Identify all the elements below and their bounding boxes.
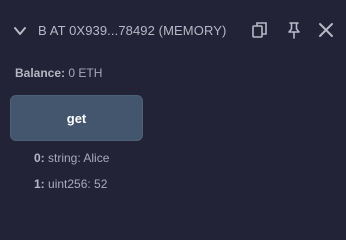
contract-header[interactable]: B AT 0X939...78492 (MEMORY) (0, 0, 346, 62)
get-button[interactable]: get (10, 95, 143, 141)
chevron-down-icon[interactable] (13, 24, 27, 38)
output-index: 1: (34, 177, 45, 191)
output-value: string: Alice (48, 151, 110, 165)
balance-value: 0 ETH (68, 66, 103, 80)
deployed-contract-panel: B AT 0X939...78492 (MEMORY) Balance: 0 E… (0, 0, 346, 200)
contract-title: B AT 0X939...78492 (MEMORY) (38, 23, 227, 38)
copy-icon[interactable] (250, 20, 270, 40)
balance-label: Balance: (15, 66, 66, 80)
close-icon[interactable] (316, 20, 336, 40)
output-row: 1: uint256: 52 (34, 177, 107, 191)
output-row: 0: string: Alice (34, 151, 109, 165)
output-index: 0: (34, 151, 45, 165)
output-value: uint256: 52 (48, 177, 108, 191)
balance-line: Balance: 0 ETH (15, 66, 102, 80)
pin-icon[interactable] (284, 20, 304, 40)
